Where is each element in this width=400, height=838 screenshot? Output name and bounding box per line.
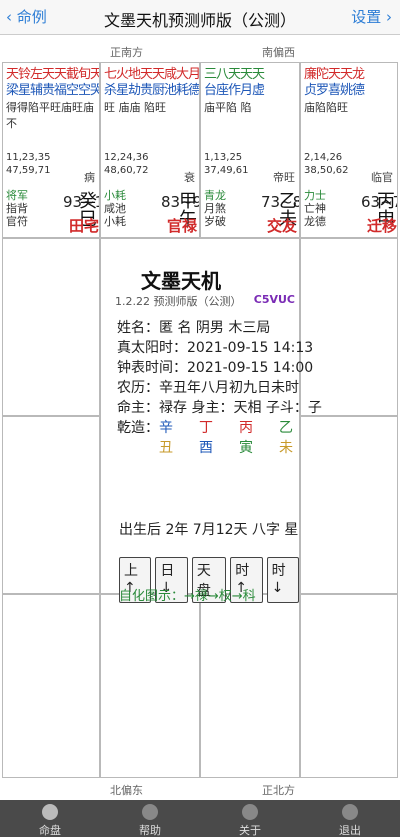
palace-name: 官禄 <box>167 217 198 235</box>
palace-name: 迁移 <box>367 217 398 235</box>
info-line: 姓名：匿 名 阴男 木三局 <box>117 320 271 336</box>
branch: 丑 <box>159 440 173 456</box>
palace-cell[interactable] <box>300 238 398 416</box>
info-line: 真太阳时：2021-09-15 14:13 <box>117 340 314 356</box>
stem: 丙 <box>239 420 253 436</box>
palace-stars-2: 杀星劫贵厨池耗德 <box>104 83 200 98</box>
branch: 未 <box>279 440 293 456</box>
palace-stars: 三八天天天 <box>204 67 265 82</box>
palace-ages: 12,24,36 48,60,72 <box>104 152 149 176</box>
center-title: 文墨天机 <box>141 269 221 293</box>
palace-cell[interactable] <box>100 594 200 778</box>
chart-icon <box>42 804 58 820</box>
stem: 乙 <box>279 420 293 436</box>
center-code: C5VUC <box>253 293 295 306</box>
palace-gods: 小耗 咸池 小耗 <box>104 189 126 228</box>
direction-top-left: 正南方 <box>110 46 143 59</box>
palace-brightness: 庙陷陷旺 <box>304 101 348 114</box>
palace-cell[interactable]: 廉陀天天龙 贞罗喜姚德 庙陷陷旺 2,14,26 38,50,62 临官 力士 亡神… <box>300 62 398 238</box>
direction-bottom-left: 北偏东 <box>110 784 143 797</box>
palace-ring: 病 <box>84 171 95 184</box>
palace-gods: 将军 指背 官符 <box>6 189 28 228</box>
page-title: 文墨天机预测师版（公测） <box>103 11 296 30</box>
palace-cell[interactable] <box>300 594 398 778</box>
center-panel: 文墨天机 1.2.22 预测师版（公测） C5VUC 姓名：匿 名 阴男 木三局… <box>100 238 322 604</box>
palace-brightness: 旺 庙庙 陷旺 <box>104 101 166 114</box>
palace-ages: 11,23,35 47,59,71 <box>6 152 51 176</box>
settings-button[interactable]: 设置 › <box>351 6 392 27</box>
palace-ages: 2,14,26 38,50,62 <box>304 152 349 176</box>
info-line: 命主：禄存 身主：天相 子斗：子 <box>117 400 322 416</box>
exit-icon <box>342 804 358 820</box>
tab-chart[interactable]: 命盘 <box>0 800 100 837</box>
palace-stars: 天铃左天天截旬天 <box>6 67 100 82</box>
stem: 丁 <box>199 420 213 436</box>
palace-cell[interactable] <box>2 416 100 594</box>
stem: 辛 <box>159 420 173 436</box>
tab-help[interactable]: 帮助 <box>100 800 200 837</box>
palace-cell[interactable]: 三八天天天 台座作月虚 庙平陷 陷 1,13,25 37,49,61 帝旺 青龙月… <box>200 62 300 238</box>
palace-ring: 临官 <box>371 171 393 184</box>
palace-cell[interactable]: 七火地天天咸大月 杀星劫贵厨池耗德 旺 庙庙 陷旺 12,24,36 48,60,… <box>100 62 200 238</box>
tab-about[interactable]: 关于 <box>200 800 300 837</box>
palace-name: 田宅 <box>69 217 100 235</box>
info-line: 钟表时间：2021-09-15 14:00 <box>117 360 314 376</box>
chart-board: 天铃左天天截旬天 梁星辅贵福空空哭 得得陷平旺庙旺庙不 11,23,35 47,5… <box>0 62 400 778</box>
palace-brightness: 庙平陷 陷 <box>204 101 252 114</box>
palace-stars: 七火地天天咸大月 <box>104 67 200 82</box>
center-version: 1.2.22 预测师版（公测） <box>115 295 242 308</box>
palace-cell[interactable]: 天铃左天天截旬天 梁星辅贵福空空哭 得得陷平旺庙旺庙不 11,23,35 47,5… <box>2 62 100 238</box>
branch: 酉 <box>199 440 213 456</box>
direction-top-right: 南偏西 <box>262 46 295 59</box>
bottom-tab-bar: 命盘 帮助 关于 退出 <box>0 800 400 837</box>
help-icon <box>142 804 158 820</box>
nav-bar: ‹ 命例 文墨天机预测师版（公测） 设置 › <box>0 0 400 35</box>
palace-gods: 力士 亡神 龙德 <box>304 189 326 228</box>
palace-stars-2: 台座作月虚 <box>204 83 265 98</box>
hour-down-button[interactable]: 时↓ <box>266 557 299 603</box>
palace-cell[interactable] <box>300 416 398 594</box>
self-transform-legend: 自化图示：→禄→权→科 <box>119 589 256 604</box>
palace-stars-2: 梁星辅贵福空空哭 <box>6 83 100 98</box>
palace-stars-2: 贞罗喜姚德 <box>304 83 365 98</box>
palace-cell[interactable] <box>2 594 100 778</box>
info-line: 农历：辛丑年八月初九日未时 <box>117 380 299 396</box>
branch: 寅 <box>239 440 253 456</box>
palace-ring: 帝旺 <box>273 171 295 184</box>
birth-offset: 出生后 2年 7月12天 八字 星 <box>119 522 299 538</box>
palace-gods: 青龙 月煞 岁破 <box>204 189 226 228</box>
info-line: 乾造： <box>117 420 159 436</box>
about-icon <box>242 804 258 820</box>
palace-stars: 廉陀天天龙 <box>304 67 365 82</box>
direction-bottom-right: 正北方 <box>262 784 295 797</box>
palace-cell[interactable] <box>2 238 100 416</box>
palace-name: 交友 <box>267 217 298 235</box>
palace-ring: 衰 <box>184 171 195 184</box>
palace-ages: 1,13,25 37,49,61 <box>204 152 249 176</box>
palace-cell[interactable] <box>200 594 300 778</box>
tab-exit[interactable]: 退出 <box>300 800 400 837</box>
palace-brightness: 得得陷平旺庙旺庙不 <box>6 101 94 130</box>
